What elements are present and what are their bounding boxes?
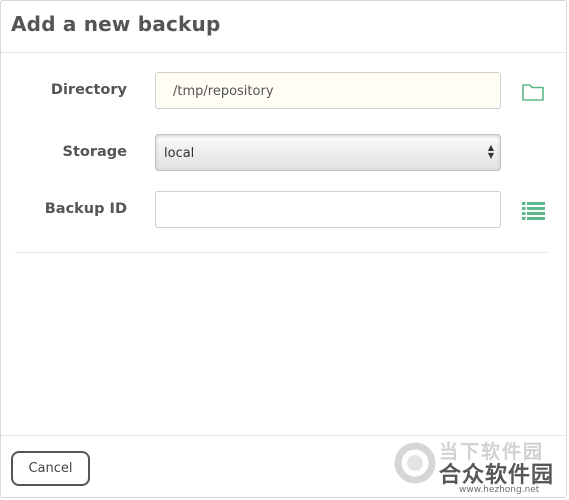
add-backup-dialog: Add a new backup Directory /tmp/reposito… xyxy=(0,0,567,498)
dialog-header: Add a new backup xyxy=(1,1,566,53)
backup-id-label: Backup ID xyxy=(44,201,127,217)
directory-input[interactable]: /tmp/repository xyxy=(155,72,501,109)
storage-selected-value: local xyxy=(164,146,195,161)
storage-select[interactable]: local ▲ ▼ xyxy=(155,134,501,171)
cancel-button[interactable]: Cancel xyxy=(11,451,90,486)
watermark-url: www.hezhong.net xyxy=(459,485,540,495)
folder-icon[interactable] xyxy=(521,81,547,107)
storage-label: Storage xyxy=(62,144,128,160)
directory-value: /tmp/repository xyxy=(173,84,274,99)
list-icon[interactable] xyxy=(521,199,547,225)
dialog-title: Add a new backup xyxy=(11,12,221,36)
backup-id-input[interactable] xyxy=(155,191,501,228)
select-arrows-icon: ▲ ▼ xyxy=(487,143,494,160)
watermark: 当下软件园 合众软件园 www.hezhong.net xyxy=(393,435,565,497)
directory-label: Directory xyxy=(50,82,127,98)
form-divider xyxy=(15,252,548,253)
watermark-logo-icon xyxy=(394,442,436,484)
